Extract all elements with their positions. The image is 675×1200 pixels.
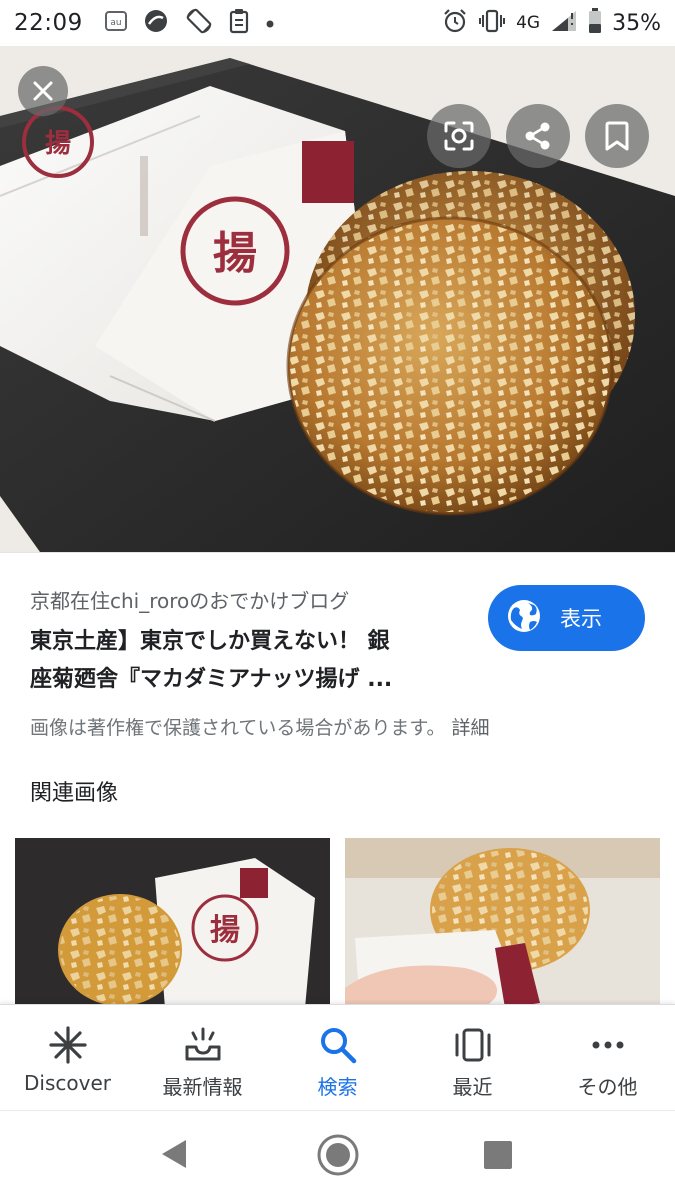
recents-square-icon[interactable] (482, 1139, 514, 1175)
status-bar: 22:09 au 4G 35% (0, 0, 675, 46)
related-photo-1: 揚 (15, 838, 330, 1008)
result-title[interactable]: 東京土産】東京でしか買えない！ 銀 座菊廼舎『マカダミアナッツ揚げ ... (30, 623, 475, 699)
nav-search[interactable]: 検索 (270, 1005, 405, 1110)
home-circle-icon[interactable] (316, 1133, 360, 1181)
recent-cards-icon (453, 1025, 493, 1065)
result-info: 京都在住chi_roroのおでかけブログ 東京土産】東京でしか買えない！ 銀 座… (0, 552, 675, 806)
share-button[interactable] (506, 104, 570, 168)
title-line-1: 東京土産】東京でしか買えない！ 銀 (30, 629, 390, 654)
more-dots-icon (588, 1025, 628, 1065)
svg-text:揚: 揚 (210, 913, 240, 948)
svg-text:au: au (110, 18, 121, 28)
globe-icon (506, 598, 542, 638)
updates-inbox-icon (183, 1025, 223, 1065)
bookmark-button[interactable] (585, 104, 649, 168)
battery-percent: 35% (612, 10, 661, 36)
nav-recent[interactable]: 最近 (405, 1005, 540, 1110)
details-link[interactable]: 詳細 (452, 717, 490, 739)
screen-rotate-icon (185, 7, 213, 39)
status-time: 22:09 (14, 10, 83, 36)
related-images-heading: 関連画像 (30, 781, 119, 806)
copyright-text: 画像は著作権で保護されている場合があります。 (30, 717, 446, 739)
nav-label-recent: 最近 (452, 1075, 493, 1099)
lens-icon (442, 119, 476, 153)
visit-label: 表示 (560, 607, 602, 631)
nav-label-more: その他 (577, 1075, 638, 1099)
battery-icon (588, 8, 602, 38)
app-circle-icon (143, 8, 169, 38)
nav-label-updates: 最新情報 (162, 1075, 243, 1099)
status-left-icons: au (104, 7, 275, 39)
bottom-navigation: Discover 最新情報 検索 最近 その他 (0, 1004, 675, 1110)
network-type: 4G (516, 13, 541, 33)
title-line-2: 座菊廼舎『マカダミアナッツ揚げ ... (30, 667, 393, 692)
search-icon (318, 1025, 358, 1065)
image-preview[interactable]: 揚 揚 (0, 46, 675, 552)
vibrate-icon (478, 9, 506, 37)
svg-text:揚: 揚 (45, 129, 71, 159)
back-triangle-icon[interactable] (158, 1136, 190, 1176)
visit-button[interactable]: 表示 (488, 585, 645, 651)
related-image-1[interactable]: 揚 (15, 838, 330, 1008)
nav-label-search: 検索 (317, 1075, 358, 1099)
bookmark-icon (603, 120, 631, 152)
related-image-2[interactable] (345, 838, 660, 1008)
svg-text:揚: 揚 (213, 228, 257, 279)
macadamia-snack-photo: 揚 揚 (0, 46, 675, 552)
dot-icon (265, 14, 275, 33)
share-icon (521, 119, 555, 153)
alarm-icon (442, 8, 468, 38)
status-right-icons: 4G 35% (442, 8, 661, 38)
copyright-notice: 画像は著作権で保護されている場合があります。 詳細 (30, 713, 490, 740)
related-photo-2 (345, 838, 660, 1008)
signal-icon (550, 9, 578, 37)
nav-discover[interactable]: Discover (0, 1005, 135, 1110)
nav-updates[interactable]: 最新情報 (135, 1005, 270, 1110)
lens-button[interactable] (427, 104, 491, 168)
clipboard-icon (229, 8, 249, 38)
au-icon: au (104, 11, 127, 35)
nav-label-discover: Discover (24, 1071, 111, 1095)
close-icon (31, 79, 55, 103)
asterisk-icon (48, 1025, 88, 1065)
system-navigation-bar (0, 1110, 675, 1200)
source-site[interactable]: 京都在住chi_roroのおでかけブログ (30, 585, 349, 614)
nav-more[interactable]: その他 (540, 1005, 675, 1110)
close-button[interactable] (18, 66, 68, 116)
